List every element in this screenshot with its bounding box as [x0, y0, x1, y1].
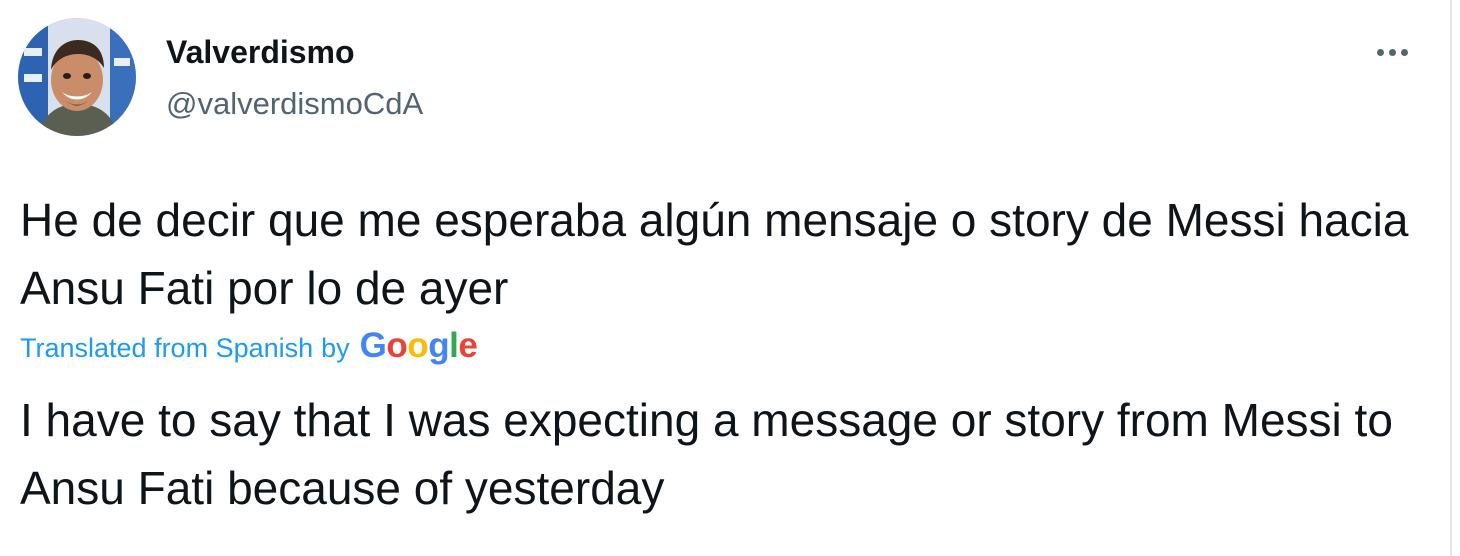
translated-text: I have to say that I was expecting a mes…	[20, 394, 1393, 514]
google-logo: Google	[359, 326, 478, 365]
display-name[interactable]: Valverdismo	[166, 32, 355, 72]
avatar-photo	[18, 18, 136, 136]
more-horizontal-icon	[1376, 48, 1384, 56]
translation-label: Translated from Spanish	[20, 333, 314, 363]
avatar[interactable]	[18, 18, 136, 136]
user-handle[interactable]: @valverdismoCdA	[166, 84, 423, 124]
translation-by: by	[321, 333, 350, 363]
tweet-card: Valverdismo @valverdismoCdA He de decir …	[0, 0, 1452, 556]
more-options-button[interactable]	[1368, 36, 1416, 68]
translation-attribution[interactable]: Translated from Spanish by Google	[20, 326, 478, 370]
tweet-text: He de decir que me esperaba algún mensaj…	[20, 194, 1409, 314]
